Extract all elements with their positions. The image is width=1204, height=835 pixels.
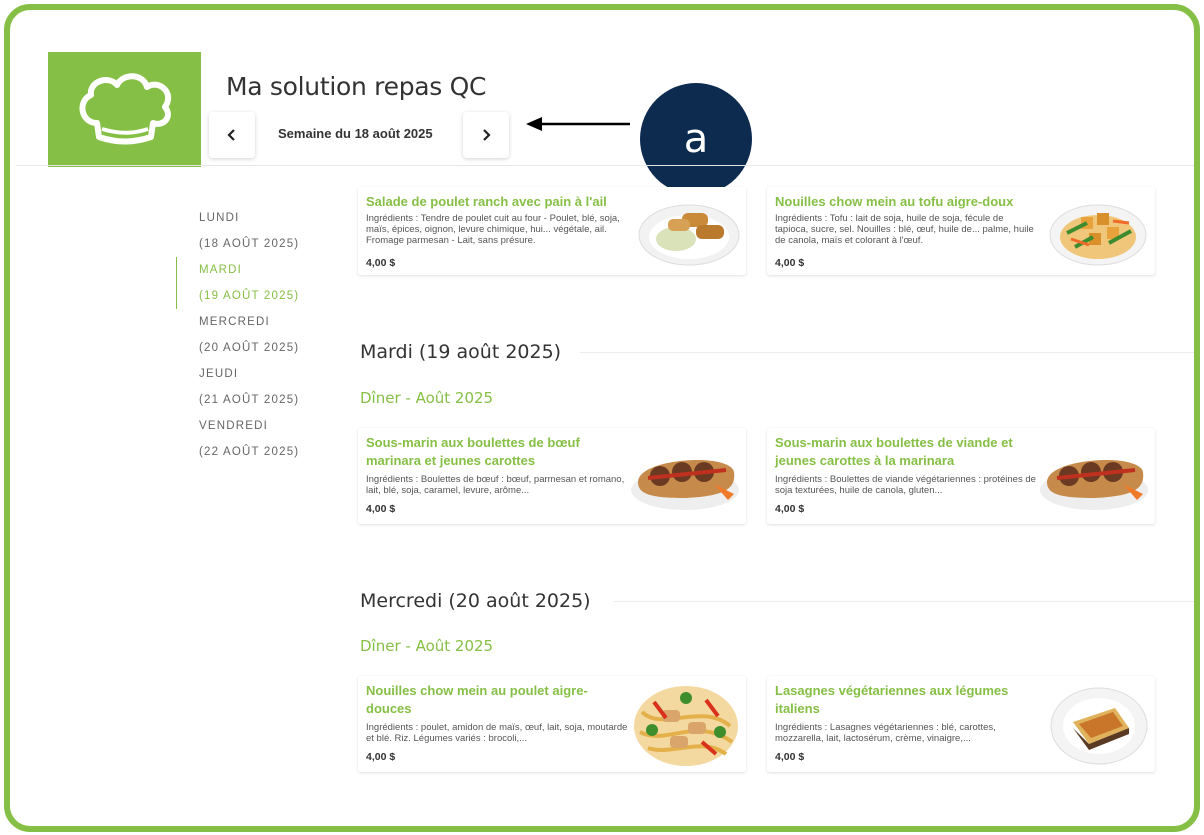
sidebar-day-date: (19 AOÛT 2025) [199, 290, 300, 302]
header-divider [16, 165, 1194, 166]
chevron-right-icon [483, 129, 491, 141]
chef-hat-icon [79, 72, 171, 144]
meal-title: Sous-marin aux boulettes de bœuf marinar… [366, 435, 580, 468]
sidebar-day-date: (21 AOÛT 2025) [199, 394, 300, 406]
sidebar-day-name: LUNDI [199, 212, 240, 224]
meal-price: 4,00 $ [775, 751, 805, 763]
sidebar-day-date: (18 AOÛT 2025) [199, 238, 300, 250]
meal-ingredients: Ingrédients : poulet, amidon de maïs, œu… [366, 722, 628, 744]
meal-ingredients: Ingrédients : Boulettes de bœuf : bœuf, … [366, 474, 625, 496]
meal-ingredients: Ingrédients : Tendre de poulet cuit au f… [366, 213, 620, 246]
meal-image [634, 686, 738, 766]
meal-card[interactable]: Nouilles chow mein au poulet aigre-douce… [358, 676, 746, 772]
meal-price: 4,00 $ [775, 503, 805, 515]
annotation-arrow [526, 117, 630, 131]
meal-card[interactable]: Nouilles chow mein au tofu aigre-doux In… [767, 187, 1155, 275]
sidebar-item-mercredi[interactable]: MERCREDI (20 AOÛT 2025) [176, 309, 326, 361]
meal-card[interactable]: Sous-marin aux boulettes de viande et je… [767, 428, 1155, 524]
meal-price: 4,00 $ [366, 257, 396, 269]
meal-image [631, 459, 739, 510]
menu-subheading: Dîner - Août 2025 [360, 389, 494, 407]
sidebar-item-jeudi[interactable]: JEUDI (21 AOÛT 2025) [176, 361, 326, 413]
menu-subheading: Dîner - Août 2025 [360, 637, 494, 655]
sidebar-day-date: (20 AOÛT 2025) [199, 342, 300, 354]
meal-image [1040, 459, 1148, 510]
sidebar-item-mardi[interactable]: MARDI (19 AOÛT 2025) [176, 257, 326, 309]
meal-price: 4,00 $ [366, 503, 396, 515]
day-heading-rule [580, 352, 1194, 353]
meal-ingredients: Ingrédients : Boulettes de viande végéta… [775, 474, 1036, 496]
meal-card[interactable]: Lasagnes végétariennes aux légumes itali… [767, 676, 1155, 772]
meal-title: Nouilles chow mein au tofu aigre-doux [775, 194, 1014, 209]
week-label: Semaine du 18 août 2025 [278, 126, 433, 141]
app-frame: Ma solution repas QC Semaine du 18 août … [4, 4, 1200, 832]
sidebar-day-name: JEUDI [199, 368, 239, 380]
app-title: Ma solution repas QC [226, 72, 487, 101]
sidebar-item-vendredi[interactable]: VENDREDI (22 AOÛT 2025) [176, 413, 326, 465]
day-heading: Mercredi (20 août 2025) [360, 590, 591, 612]
previous-week-button[interactable] [209, 112, 255, 158]
meal-title: Salade de poulet ranch avec pain à l'ail [366, 194, 607, 209]
meal-title: Nouilles chow mein au poulet aigre-douce… [366, 683, 588, 716]
next-week-button[interactable] [463, 112, 509, 158]
day-sidebar: LUNDI (18 AOÛT 2025) MARDI (19 AOÛT 2025… [176, 205, 326, 465]
chevron-left-icon [227, 129, 235, 141]
sidebar-day-name: MERCREDI [199, 316, 270, 328]
meal-card[interactable]: Salade de poulet ranch avec pain à l'ail… [358, 187, 746, 275]
meal-image [1049, 204, 1147, 266]
meal-ingredients: Ingrédients : Lasagnes végétariennes : b… [775, 722, 996, 744]
annotation-callout: a [640, 83, 752, 195]
meal-card[interactable]: Sous-marin aux boulettes de bœuf marinar… [358, 428, 746, 524]
meal-title: Lasagnes végétariennes aux légumes itali… [775, 683, 1009, 716]
day-heading: Mardi (19 août 2025) [360, 341, 562, 363]
sidebar-day-date: (22 AOÛT 2025) [199, 446, 300, 458]
chef-hat-logo [48, 52, 201, 167]
meal-image [638, 204, 740, 266]
day-heading-rule [614, 601, 1194, 602]
sidebar-item-lundi[interactable]: LUNDI (18 AOÛT 2025) [176, 205, 326, 257]
meal-image [1050, 687, 1148, 765]
meal-price: 4,00 $ [775, 257, 805, 269]
meal-ingredients: Ingrédients : Tofu : lait de soja, huile… [775, 213, 1034, 246]
meal-price: 4,00 $ [366, 751, 396, 763]
sidebar-day-name: VENDREDI [199, 420, 269, 432]
meal-title: Sous-marin aux boulettes de viande et je… [775, 435, 1013, 468]
sidebar-day-name: MARDI [199, 264, 243, 276]
